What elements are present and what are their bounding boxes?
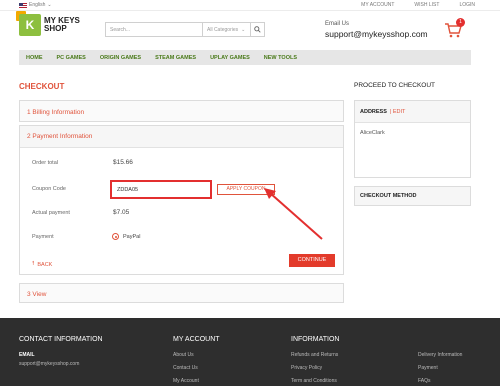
search-bar: Search... All Categories ⌄ xyxy=(105,22,265,37)
email-label: Email Us xyxy=(325,21,350,27)
footer-link-privacy[interactable]: Privacy Policy xyxy=(291,365,322,371)
actual-payment-label: Actual payment xyxy=(32,210,70,216)
checkout-method-box[interactable]: CHECKOUT METHOD xyxy=(354,186,471,206)
my-account-link[interactable]: MY ACCOUNT xyxy=(361,2,394,8)
payment-step-header[interactable]: 2 Payment Information xyxy=(20,126,343,148)
footer-link-terms[interactable]: Term and Conditions xyxy=(291,378,337,384)
order-total-value: $15.66 xyxy=(113,159,133,166)
cart-button[interactable]: 1 xyxy=(444,18,465,38)
site-logo[interactable]: K MY KEYS SHOP xyxy=(16,11,80,36)
arrow-up-icon: 🠕 xyxy=(32,261,35,267)
continue-button[interactable]: CONTINUE xyxy=(289,254,335,267)
site-footer: CONTACT INFORMATION EMAIL support@mykeys… xyxy=(0,318,500,386)
search-icon xyxy=(254,26,261,33)
category-select-label: All Categories xyxy=(207,26,239,33)
edit-address-link[interactable]: | EDIT xyxy=(390,109,406,115)
email-value[interactable]: support@mykeysshop.com xyxy=(325,29,428,39)
annotation-arrow xyxy=(264,188,323,240)
search-input[interactable]: Search... xyxy=(106,27,202,33)
view-step-header[interactable]: 3 View xyxy=(20,284,343,304)
top-bar: English ⌄ MY ACCOUNT WISH LIST LOGIN xyxy=(0,0,500,11)
language-label: English xyxy=(29,2,46,8)
coupon-code-label: Coupon Code xyxy=(32,186,66,192)
us-flag-icon xyxy=(19,2,27,8)
logo-mark: K xyxy=(16,11,41,36)
view-step-panel[interactable]: 3 View xyxy=(19,283,344,303)
page-title: CHECKOUT xyxy=(19,82,65,91)
nav-item-uplay-games[interactable]: UPLAY GAMES xyxy=(210,55,250,61)
nav-item-new-tools[interactable]: NEW TOOLS xyxy=(264,55,297,61)
cart-count-badge: 1 xyxy=(456,18,465,27)
logo-text: MY KEYS SHOP xyxy=(44,16,80,33)
main-nav: HOME PC GAMES ORIGIN GAMES STEAM GAMES U… xyxy=(19,50,471,65)
payment-label: Payment xyxy=(32,234,54,240)
back-label: BACK xyxy=(37,261,53,268)
footer-link-about-us[interactable]: About Us xyxy=(173,352,194,358)
footer-link-payment[interactable]: Payment xyxy=(418,365,438,371)
top-links: MY ACCOUNT WISH LIST LOGIN xyxy=(361,2,475,8)
order-total-label: Order total xyxy=(32,160,58,166)
sidebar-title: PROCEED TO CHECKOUT xyxy=(354,82,436,89)
address-name: AliceClark xyxy=(360,130,385,136)
footer-info-title: INFORMATION xyxy=(291,336,340,343)
search-button[interactable] xyxy=(250,23,264,36)
checkout-method-header: CHECKOUT METHOD xyxy=(355,187,470,205)
actual-payment-value: $7.05 xyxy=(113,209,130,216)
login-link[interactable]: LOGIN xyxy=(459,2,475,8)
back-button[interactable]: 🠕 BACK xyxy=(32,260,52,269)
footer-link-contact-us[interactable]: Contact Us xyxy=(173,365,198,371)
billing-step-panel[interactable]: 1 Billing Information xyxy=(19,100,344,122)
chevron-down-icon: ⌄ xyxy=(47,2,52,8)
language-selector[interactable]: English ⌄ xyxy=(19,2,52,8)
nav-item-steam-games[interactable]: STEAM GAMES xyxy=(155,55,196,61)
nav-item-pc-games[interactable]: PC GAMES xyxy=(57,55,86,61)
nav-item-origin-games[interactable]: ORIGIN GAMES xyxy=(100,55,141,61)
header-email: Email Us support@mykeysshop.com xyxy=(325,21,428,39)
nav-item-home[interactable]: HOME xyxy=(26,55,43,61)
footer-email-label: EMAIL xyxy=(19,352,35,358)
coupon-code-input[interactable]: ZDDA05 xyxy=(110,180,212,199)
wish-list-link[interactable]: WISH LIST xyxy=(414,2,439,8)
billing-step-header[interactable]: 1 Billing Information xyxy=(20,101,343,123)
category-select[interactable]: All Categories ⌄ xyxy=(202,23,250,36)
paypal-label: PayPal xyxy=(123,234,141,240)
footer-link-faqs[interactable]: FAQs xyxy=(418,378,431,384)
footer-link-refunds[interactable]: Refunds and Returns xyxy=(291,352,338,358)
footer-email-value[interactable]: support@mykeysshop.com xyxy=(19,361,79,367)
address-label: ADDRESS xyxy=(360,108,387,115)
address-box: ADDRESS | EDIT AliceClark xyxy=(354,100,471,178)
address-header: ADDRESS | EDIT xyxy=(355,101,470,123)
chevron-down-icon: ⌄ xyxy=(241,26,246,33)
footer-link-my-account[interactable]: My Account xyxy=(173,378,199,384)
footer-link-delivery[interactable]: Delivery Information xyxy=(418,352,462,358)
paypal-radio[interactable] xyxy=(112,233,119,240)
footer-account-title: MY ACCOUNT xyxy=(173,336,220,343)
footer-contact-title: CONTACT INFORMATION xyxy=(19,336,103,343)
